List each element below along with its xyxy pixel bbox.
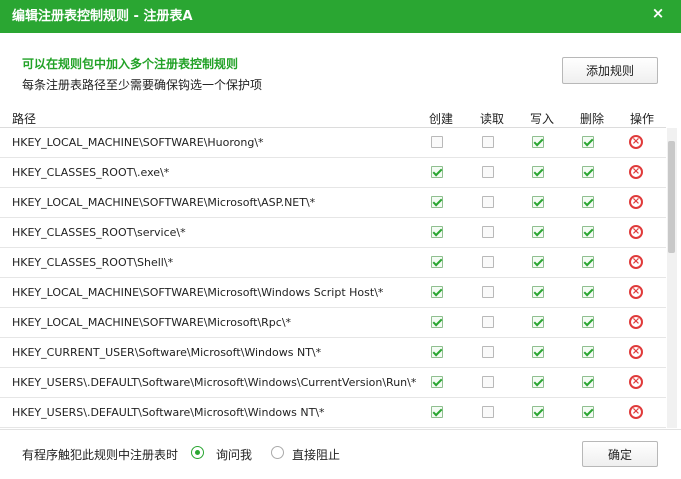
block-directly-label[interactable]: 直接阻止 [292, 446, 340, 463]
delete-circle-icon[interactable]: × [629, 345, 643, 359]
registry-path: HKEY_USERS\.DEFAULT\Software\Microsoft\W… [12, 376, 417, 389]
intro-description: 每条注册表路径至少需要确保钩选一个保护项 [22, 78, 263, 92]
delete-checkbox[interactable] [582, 166, 594, 178]
delete-column-header: 删除 [580, 112, 605, 126]
delete-checkbox[interactable] [582, 286, 594, 298]
create-checkbox[interactable] [431, 256, 443, 268]
create-checkbox[interactable] [431, 406, 443, 418]
delete-checkbox[interactable] [582, 346, 594, 358]
write-checkbox[interactable] [532, 376, 544, 388]
delete-checkbox[interactable] [582, 226, 594, 238]
delete-checkbox[interactable] [582, 316, 594, 328]
write-checkbox[interactable] [532, 256, 544, 268]
confirm-button[interactable]: 确定 [582, 441, 658, 467]
title-bar: 编辑注册表控制规则 - 注册表A × [0, 0, 681, 33]
delete-checkbox[interactable] [582, 256, 594, 268]
delete-checkbox[interactable] [582, 376, 594, 388]
read-checkbox[interactable] [482, 316, 494, 328]
delete-checkbox[interactable] [582, 196, 594, 208]
write-checkbox[interactable] [532, 136, 544, 148]
read-checkbox[interactable] [482, 136, 494, 148]
registry-path: HKEY_LOCAL_MACHINE\SOFTWARE\Microsoft\Rp… [12, 316, 292, 329]
create-column-header: 创建 [429, 112, 454, 126]
table-header: 路径 创建 读取 写入 删除 操作 [0, 109, 666, 128]
write-column-header: 写入 [530, 112, 555, 126]
write-checkbox[interactable] [532, 166, 544, 178]
read-checkbox[interactable] [482, 226, 494, 238]
registry-path: HKEY_USERS\.DEFAULT\Software\Microsoft\W… [12, 406, 325, 419]
block-directly-radio[interactable] [271, 446, 284, 459]
table-row: HKEY_CLASSES_ROOT\.exe\* × [0, 158, 666, 188]
table-row: HKEY_CURRENT_USER\Software\Microsoft\Win… [0, 338, 666, 368]
delete-checkbox[interactable] [582, 136, 594, 148]
registry-path: HKEY_LOCAL_MACHINE\SOFTWARE\Microsoft\AS… [12, 196, 316, 209]
registry-path: HKEY_LOCAL_MACHINE\SOFTWARE\Microsoft\Wi… [12, 286, 384, 299]
delete-circle-icon[interactable]: × [629, 405, 643, 419]
create-checkbox[interactable] [431, 226, 443, 238]
scrollbar-thumb[interactable] [668, 141, 675, 253]
registry-path: HKEY_CURRENT_USER\Software\Microsoft\Win… [12, 346, 322, 359]
delete-circle-icon[interactable]: × [629, 225, 643, 239]
delete-circle-icon[interactable]: × [629, 165, 643, 179]
create-checkbox[interactable] [431, 286, 443, 298]
registry-path: HKEY_CLASSES_ROOT\Shell\* [12, 256, 174, 269]
create-checkbox[interactable] [431, 136, 443, 148]
write-checkbox[interactable] [532, 226, 544, 238]
vertical-scrollbar[interactable] [667, 128, 677, 428]
delete-circle-icon[interactable]: × [629, 315, 643, 329]
table-row: HKEY_CLASSES_ROOT\Shell\* × [0, 248, 666, 278]
dialog-title: 编辑注册表控制规则 - 注册表A [12, 9, 193, 24]
write-checkbox[interactable] [532, 346, 544, 358]
table-row: HKEY_LOCAL_MACHINE\SOFTWARE\Microsoft\Wi… [0, 278, 666, 308]
close-button[interactable]: × [645, 2, 671, 24]
create-checkbox[interactable] [431, 376, 443, 388]
delete-circle-icon[interactable]: × [629, 255, 643, 269]
registry-rule-list: HKEY_LOCAL_MACHINE\SOFTWARE\Huorong\* × … [0, 128, 666, 428]
table-row: HKEY_LOCAL_MACHINE\SOFTWARE\Huorong\* × [0, 128, 666, 158]
write-checkbox[interactable] [532, 196, 544, 208]
path-column-header: 路径 [12, 112, 37, 126]
read-checkbox[interactable] [482, 256, 494, 268]
delete-checkbox[interactable] [582, 406, 594, 418]
read-checkbox[interactable] [482, 406, 494, 418]
read-checkbox[interactable] [482, 346, 494, 358]
registry-path: HKEY_LOCAL_MACHINE\SOFTWARE\Huorong\* [12, 136, 264, 149]
create-checkbox[interactable] [431, 196, 443, 208]
table-row: HKEY_LOCAL_MACHINE\SOFTWARE\Microsoft\AS… [0, 188, 666, 218]
delete-circle-icon[interactable]: × [629, 375, 643, 389]
create-checkbox[interactable] [431, 316, 443, 328]
trigger-description: 有程序触犯此规则中注册表时 [22, 448, 179, 462]
read-checkbox[interactable] [482, 286, 494, 298]
write-checkbox[interactable] [532, 286, 544, 298]
registry-rule-dialog: 编辑注册表控制规则 - 注册表A × 可以在规则包中加入多个注册表控制规则 每条… [0, 0, 681, 479]
delete-circle-icon[interactable]: × [629, 195, 643, 209]
registry-path: HKEY_CLASSES_ROOT\service\* [12, 226, 186, 239]
read-column-header: 读取 [480, 112, 505, 126]
delete-circle-icon[interactable]: × [629, 135, 643, 149]
footer: 有程序触犯此规则中注册表时 询问我 直接阻止 确定 [0, 429, 681, 479]
write-checkbox[interactable] [532, 316, 544, 328]
table-row: HKEY_USERS\.DEFAULT\Software\Microsoft\W… [0, 368, 666, 398]
read-checkbox[interactable] [482, 376, 494, 388]
read-checkbox[interactable] [482, 196, 494, 208]
table-row: HKEY_USERS\.DEFAULT\Software\Microsoft\W… [0, 398, 666, 428]
table-row: HKEY_LOCAL_MACHINE\SOFTWARE\Microsoft\Rp… [0, 308, 666, 338]
create-checkbox[interactable] [431, 166, 443, 178]
table-row: HKEY_CLASSES_ROOT\service\* × [0, 218, 666, 248]
ask-me-radio[interactable] [191, 446, 204, 459]
close-icon: × [651, 4, 665, 22]
registry-path: HKEY_CLASSES_ROOT\.exe\* [12, 166, 170, 179]
action-column-header: 操作 [630, 112, 655, 126]
ask-me-label[interactable]: 询问我 [216, 446, 252, 463]
read-checkbox[interactable] [482, 166, 494, 178]
delete-circle-icon[interactable]: × [629, 285, 643, 299]
write-checkbox[interactable] [532, 406, 544, 418]
add-rule-button[interactable]: 添加规则 [562, 57, 658, 84]
intro-headline: 可以在规则包中加入多个注册表控制规则 [22, 57, 239, 71]
create-checkbox[interactable] [431, 346, 443, 358]
